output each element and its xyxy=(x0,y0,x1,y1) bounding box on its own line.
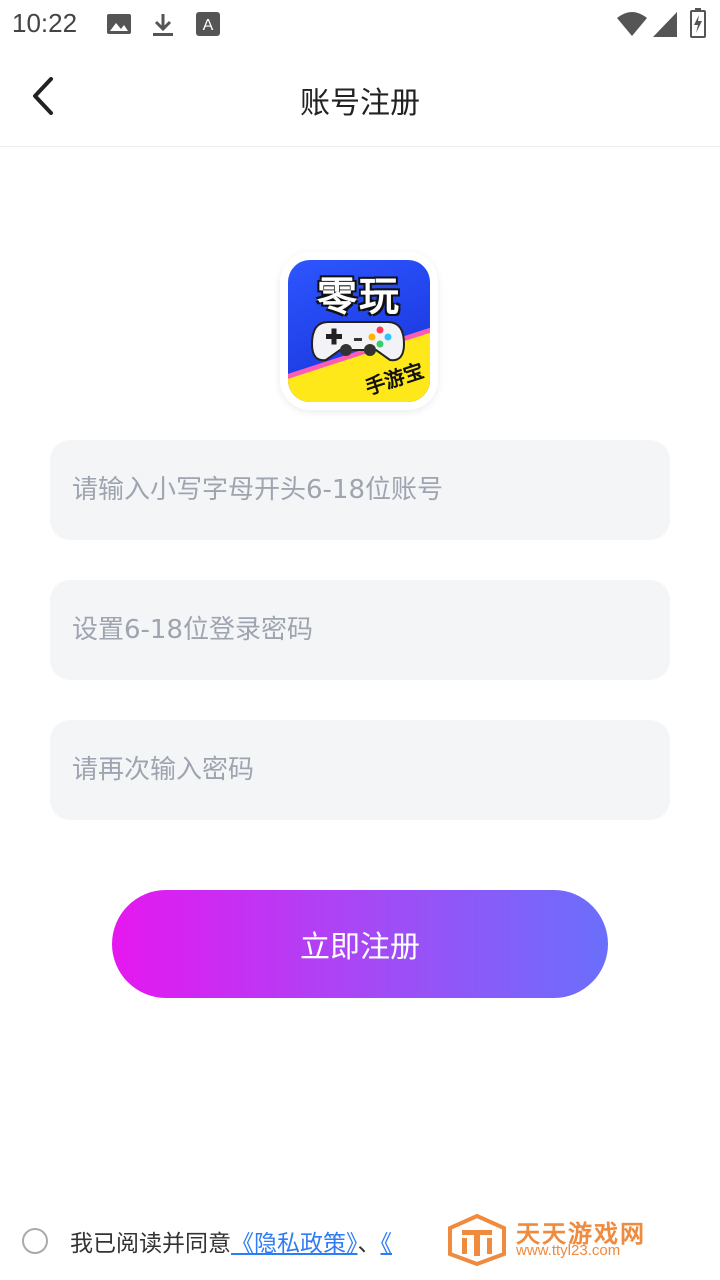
logo-title: 零玩 xyxy=(317,274,401,320)
app-logo-image: 零玩 手游宝 xyxy=(288,260,430,402)
password-input[interactable] xyxy=(50,580,670,680)
gamepad-icon xyxy=(310,316,406,368)
signal-icon xyxy=(652,10,678,42)
confirm-password-input[interactable] xyxy=(50,720,670,820)
password-field xyxy=(50,580,670,680)
watermark-url: www.ttyl23.com xyxy=(516,1242,621,1259)
agreement-separator: 、 xyxy=(357,1231,381,1257)
app-logo: 零玩 手游宝 xyxy=(280,252,438,410)
image-icon xyxy=(106,12,132,40)
page-title: 账号注册 xyxy=(300,86,420,121)
watermark: 天天游戏网 www.ttyl23.com xyxy=(448,1212,678,1268)
user-agreement-link[interactable]: 《 xyxy=(381,1231,393,1257)
battery-icon xyxy=(690,8,706,42)
wifi-icon xyxy=(616,10,648,42)
svg-text:A: A xyxy=(203,17,214,34)
agree-checkbox[interactable] xyxy=(22,1228,48,1254)
app-bar: 账号注册 xyxy=(0,50,720,147)
confirm-password-field xyxy=(50,720,670,820)
agreement-prefix: 我已阅读并同意 xyxy=(70,1231,231,1257)
register-button[interactable]: 立即注册 xyxy=(112,890,608,998)
status-bar: 10:22 A xyxy=(0,0,720,50)
watermark-logo-icon xyxy=(448,1213,506,1270)
account-input[interactable] xyxy=(50,440,670,540)
font-a-icon: A xyxy=(196,12,220,40)
status-time: 10:22 xyxy=(12,8,78,38)
agreement-text: 我已阅读并同意《隐私政策》、《 xyxy=(70,1224,392,1258)
privacy-policy-link[interactable]: 《隐私政策》 xyxy=(231,1231,358,1257)
download-icon xyxy=(150,12,176,42)
account-field xyxy=(50,440,670,540)
